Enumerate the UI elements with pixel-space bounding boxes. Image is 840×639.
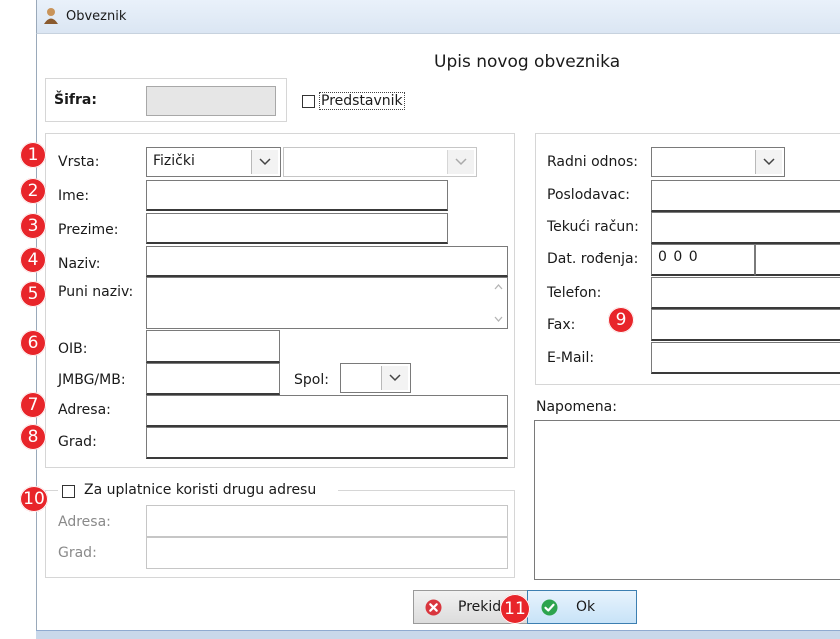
annotation-badge-11: 11: [500, 594, 530, 624]
annotation-badge-3: 3: [20, 213, 46, 239]
ime-label: Ime:: [58, 188, 90, 204]
predstavnik-checkbox[interactable]: [302, 95, 315, 108]
cancel-button-label: Prekid: [458, 599, 502, 615]
annotation-badge-10: 10: [20, 486, 48, 512]
scroll-down-icon[interactable]: [494, 316, 503, 322]
vrsta-value: Fizički: [153, 153, 195, 169]
annotation-badge-7: 7: [20, 392, 46, 418]
app-icon: [42, 7, 60, 25]
annotation-badge-8: 8: [20, 424, 46, 450]
annotation-badge-4: 4: [20, 247, 46, 273]
oib-label: OIB:: [58, 341, 88, 357]
annotation-badge-5: 5: [20, 281, 46, 307]
annotation-badge-9: 9: [608, 307, 634, 333]
alt-adresa-field[interactable]: [146, 505, 508, 537]
annotation-badge-6: 6: [20, 330, 46, 356]
prezime-field[interactable]: [146, 213, 448, 244]
vrsta-select[interactable]: Fizički: [146, 147, 281, 177]
telefon-field[interactable]: [651, 277, 840, 309]
grad-field[interactable]: [146, 427, 508, 459]
puni-naziv-label: Puni naziv:: [58, 284, 134, 300]
window-title: Obveznik: [66, 9, 127, 24]
grad-label: Grad:: [58, 434, 97, 450]
poslodavac-field[interactable]: [651, 180, 840, 212]
poslodavac-label: Poslodavac:: [547, 187, 631, 203]
prezime-label: Prezime:: [58, 222, 119, 238]
cancel-icon: [425, 599, 442, 616]
annotation-badge-2: 2: [20, 178, 46, 204]
naziv-label: Naziv:: [58, 256, 101, 272]
naziv-field[interactable]: [146, 246, 508, 277]
vrsta-label: Vrsta:: [58, 154, 100, 170]
puni-naziv-textarea[interactable]: [146, 277, 508, 329]
annotation-badge-1: 1: [20, 142, 46, 168]
sifra-field[interactable]: [146, 86, 276, 116]
email-label: E-Mail:: [547, 350, 595, 366]
vrsta-sub-dropdown-button[interactable]: [447, 150, 474, 174]
jmbg-label: JMBG/MB:: [58, 372, 126, 388]
adresa-field[interactable]: [146, 395, 508, 427]
predstavnik-label[interactable]: Predstavnik: [319, 92, 405, 110]
dat-rodjenja-label: Dat. rođenja:: [547, 251, 639, 267]
spol-dropdown-button[interactable]: [381, 366, 408, 390]
radni-odnos-select[interactable]: [651, 147, 785, 177]
form-heading: Upis novog obveznika: [434, 52, 621, 72]
checkmark-icon: [541, 599, 558, 616]
chevron-down-icon: [455, 158, 467, 166]
chevron-down-icon: [389, 374, 401, 382]
adresa-label: Adresa:: [58, 402, 111, 418]
jmbg-field[interactable]: [146, 363, 280, 395]
title-bar[interactable]: [36, 0, 840, 34]
alt-grad-field[interactable]: [146, 537, 508, 569]
fax-field[interactable]: [651, 309, 840, 341]
vrsta-dropdown-button[interactable]: [251, 150, 278, 174]
scroll-up-icon[interactable]: [494, 284, 503, 290]
radni-odnos-label: Radni odnos:: [547, 154, 638, 170]
puni-naziv-scrollbar[interactable]: [490, 278, 507, 328]
vrsta-sub-select[interactable]: [283, 147, 477, 177]
dat-rodjenja-field[interactable]: 0 0 0: [651, 244, 755, 276]
window-bottom-border: [36, 630, 840, 639]
alt-address-label[interactable]: Za uplatnice koristi drugu adresu: [84, 482, 316, 498]
spol-label: Spol:: [294, 372, 329, 388]
ok-button[interactable]: Ok: [527, 590, 637, 624]
tekuci-racun-label: Tekući račun:: [547, 219, 639, 235]
chevron-down-icon: [763, 158, 775, 166]
oib-field[interactable]: [146, 330, 280, 363]
tekuci-racun-field[interactable]: [651, 212, 840, 244]
napomena-textarea[interactable]: [534, 420, 840, 580]
alt-grad-label: Grad:: [58, 545, 97, 561]
ok-button-label: Ok: [576, 599, 596, 615]
radni-odnos-dropdown-button[interactable]: [755, 150, 782, 174]
telefon-label: Telefon:: [547, 285, 602, 301]
ime-field[interactable]: [146, 180, 448, 211]
email-field[interactable]: [651, 342, 840, 374]
alt-adresa-label: Adresa:: [58, 514, 111, 530]
sifra-label: Šifra:: [54, 92, 97, 108]
dat-rodjenja-extra-field[interactable]: [755, 244, 840, 276]
spol-select[interactable]: [340, 363, 411, 393]
alt-address-checkbox[interactable]: [62, 485, 75, 498]
fax-label: Fax:: [547, 317, 576, 333]
napomena-label: Napomena:: [536, 399, 617, 415]
chevron-down-icon: [259, 158, 271, 166]
